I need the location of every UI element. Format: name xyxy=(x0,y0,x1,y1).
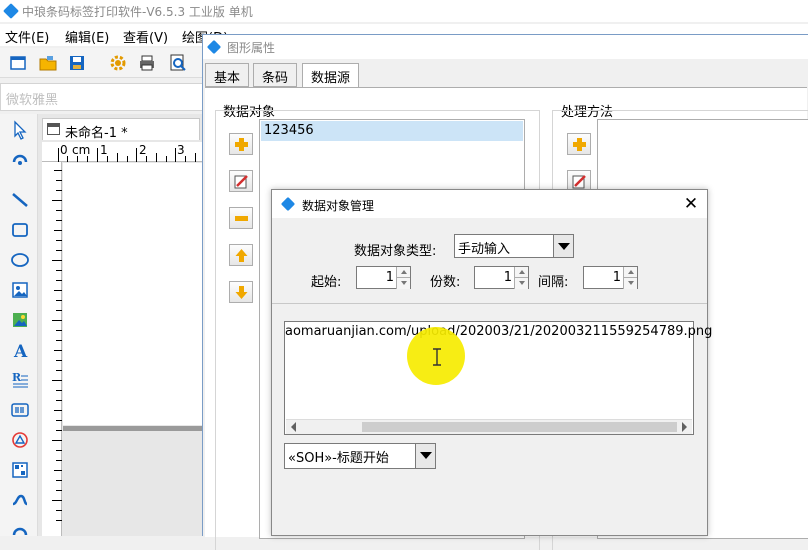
text-cursor-icon xyxy=(433,348,441,366)
decrement-icon[interactable] xyxy=(623,278,637,289)
interval-label: 间隔: xyxy=(538,275,569,290)
dialog-title: 数据对象管理 xyxy=(302,199,375,213)
copies-label: 份数: xyxy=(430,275,461,290)
dialog-logo-icon xyxy=(280,196,296,212)
add-object-button[interactable] xyxy=(229,133,253,155)
barcode-tool-icon[interactable] xyxy=(10,400,30,420)
save-icon[interactable] xyxy=(67,53,87,73)
properties-title-bar: 图形属性 xyxy=(203,35,808,59)
pointer-tool-icon[interactable] xyxy=(10,120,30,140)
list-item-label: 123456 xyxy=(264,123,314,138)
line-tool-icon[interactable] xyxy=(10,190,30,210)
menu-view[interactable]: 查看(V) xyxy=(123,27,168,46)
add-processing-button[interactable] xyxy=(567,133,591,155)
rotate-tool-icon[interactable] xyxy=(10,150,30,170)
data-object-management-dialog: 数据对象管理 ✕ 数据对象类型: 手动输入 起始: 1 份数: 1 间隔: 1 … xyxy=(271,189,712,536)
increment-icon[interactable] xyxy=(514,267,528,278)
copies-stepper[interactable]: 1 xyxy=(474,266,529,289)
svg-text:A: A xyxy=(13,342,28,360)
new-file-icon[interactable] xyxy=(8,53,28,73)
content-text: aomaruanjian.com/upload/202003/21/202003… xyxy=(285,324,713,339)
tab-barcode[interactable]: 条码 xyxy=(253,63,298,87)
tab-datasource[interactable]: 数据源 xyxy=(302,63,360,88)
type-label: 数据对象类型: xyxy=(354,244,437,259)
list-item[interactable]: 123456 xyxy=(261,121,523,141)
svg-text:R: R xyxy=(12,371,22,384)
increment-icon[interactable] xyxy=(623,267,637,278)
rectangle-tool-icon[interactable] xyxy=(10,220,30,240)
print-icon[interactable] xyxy=(137,53,157,73)
dialog-title-bar: 数据对象管理 ✕ xyxy=(272,190,707,218)
copies-value: 1 xyxy=(503,270,512,285)
delete-object-button[interactable] xyxy=(229,207,253,229)
label-canvas[interactable] xyxy=(63,163,203,425)
ellipse-tool-icon[interactable] xyxy=(10,250,30,270)
text-tool-icon[interactable]: A xyxy=(10,340,30,362)
drawing-toolbox: A R xyxy=(0,114,38,536)
type-value: 手动输入 xyxy=(458,242,511,257)
arc-tool-icon[interactable] xyxy=(10,517,30,537)
control-char-select[interactable]: «SOH»-标题开始 xyxy=(284,443,436,469)
ruler-mark: 3 xyxy=(177,143,185,157)
horizontal-scrollbar[interactable] xyxy=(286,419,692,434)
menu-edit[interactable]: 编辑(E) xyxy=(65,27,109,46)
move-up-button[interactable] xyxy=(229,244,253,266)
scroll-left-icon[interactable] xyxy=(291,422,296,432)
open-folder-icon[interactable] xyxy=(38,53,58,73)
vertical-ruler xyxy=(42,162,62,536)
document-icon xyxy=(47,123,60,135)
document-tab[interactable]: 未命名-1 * xyxy=(42,118,200,141)
decrement-icon[interactable] xyxy=(514,278,528,289)
increment-icon[interactable] xyxy=(396,267,410,278)
interval-value: 1 xyxy=(612,270,621,285)
image-tool-icon[interactable] xyxy=(10,280,30,300)
ruler-mark: 1 xyxy=(100,143,108,157)
chevron-down-icon[interactable] xyxy=(553,235,573,257)
start-value: 1 xyxy=(385,270,394,285)
scroll-right-icon[interactable] xyxy=(682,422,687,432)
scroll-thumb[interactable] xyxy=(362,422,677,432)
print-preview-icon[interactable] xyxy=(168,53,188,73)
properties-title: 图形属性 xyxy=(227,41,276,55)
type-select[interactable]: 手动输入 xyxy=(454,234,574,258)
ruler-mark: 2 xyxy=(139,143,147,157)
move-down-button[interactable] xyxy=(229,281,253,303)
chevron-down-icon[interactable] xyxy=(415,444,435,468)
content-textarea[interactable]: aomaruanjian.com/upload/202003/21/202003… xyxy=(284,321,712,435)
document-tab-label: 未命名-1 * xyxy=(65,126,128,141)
close-icon[interactable]: ✕ xyxy=(682,195,700,213)
qrcode-tool-icon[interactable] xyxy=(10,460,30,480)
start-label: 起始: xyxy=(311,275,342,290)
divider xyxy=(272,303,707,304)
menu-file[interactable]: 文件(E) xyxy=(5,27,49,46)
ruler-unit: cm xyxy=(72,143,91,157)
settings-gear-icon[interactable] xyxy=(108,53,128,73)
canvas-shadow xyxy=(63,426,203,431)
app-logo-icon xyxy=(3,3,19,19)
font-name: 微软雅黑 xyxy=(6,93,59,108)
shape-tool-icon[interactable] xyxy=(10,430,30,450)
edit-object-button[interactable] xyxy=(229,170,253,192)
picture-tool-icon[interactable] xyxy=(10,310,30,330)
app-title-bar: 中琅条码标签打印软件-V6.5.3 工业版 单机 xyxy=(0,0,808,22)
control-char-value: «SOH»-标题开始 xyxy=(288,451,389,466)
start-stepper[interactable]: 1 xyxy=(356,266,411,289)
main-toolbar xyxy=(0,48,205,78)
interval-stepper[interactable]: 1 xyxy=(583,266,638,289)
rich-text-tool-icon[interactable]: R xyxy=(10,370,30,390)
tab-basic[interactable]: 基本 xyxy=(205,63,250,87)
ruler-mark: 0 xyxy=(60,143,68,157)
horizontal-ruler: 0 cm 1 2 3 xyxy=(42,142,202,162)
decrement-icon[interactable] xyxy=(396,278,410,289)
app-title: 中琅条码标签打印软件-V6.5.3 工业版 单机 xyxy=(22,5,253,19)
font-selector[interactable]: 微软雅黑 xyxy=(0,83,205,111)
curve-tool-icon[interactable] xyxy=(10,490,30,510)
dialog-logo-icon xyxy=(206,39,222,55)
